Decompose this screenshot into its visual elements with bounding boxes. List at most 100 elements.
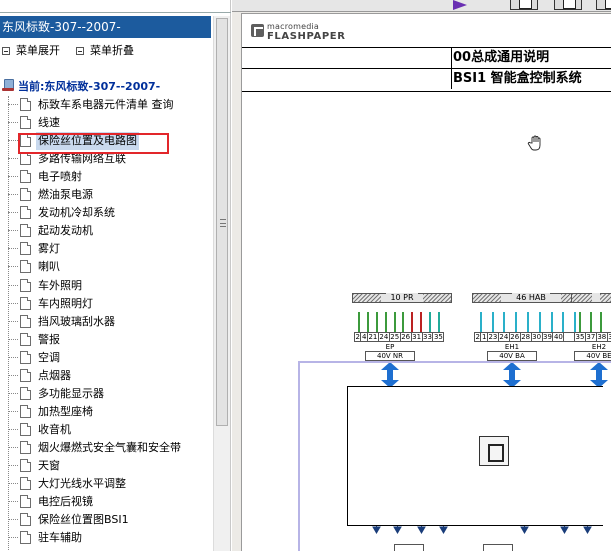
tree-item-label: 雾灯 [38,242,60,256]
pin-number: 26 [401,333,412,341]
connector-id: EP [385,343,395,351]
document-icon [20,278,31,292]
tree-root[interactable]: 当前:东风标致-307--2007- [2,78,160,96]
pin-number: 24 [379,333,390,341]
connector-label: 10 PR [352,293,452,303]
connector-label-text: 10 PR [386,293,418,302]
tree-item-label: 多功能显示器 [38,386,104,400]
document-page[interactable]: macromedia FLASHPAPER 00总成通用说明 BSI1 智能盒控… [241,13,611,551]
tree-connector-line [8,284,18,286]
pin-number: 40 [553,333,565,341]
macromedia-icon [251,24,264,37]
tree-connector-line [8,212,18,214]
wire [393,312,396,332]
tree-connector-line [8,176,18,178]
tree-item-label: 空调 [38,350,60,364]
tree-item-label: 加热型座椅 [38,404,93,418]
tree-item-label: 标致车系电器元件清单 查询 [38,98,174,111]
pin-number: 35 [575,333,586,341]
tree-item-label: 警报 [38,332,60,346]
doc-title-row-2: BSI1 智能盒控制系统 [242,68,611,89]
tree-scrollbar[interactable] [213,16,230,551]
pin-number: 30 [532,333,543,341]
document-icon [20,206,31,220]
tree-connector-line [8,428,18,430]
document-icon [20,368,31,382]
tree-item-label: 发动机冷却系统 [38,206,115,220]
hand-cursor-icon [527,135,541,151]
tree-connector-line [8,465,18,466]
connector-spec-box: 40V NR [365,351,415,361]
tree-connector-line [8,104,18,105]
document-icon [20,332,31,346]
connector-label-text [592,293,600,302]
tree-connector-line [8,374,18,376]
tree-item-label: 燃油泵电源 [38,188,93,202]
tree-connector-line [8,410,18,412]
pin-number: 23 [488,333,499,341]
pin-number: 33 [423,333,434,341]
tree-connector-line [8,248,18,250]
wire [367,312,370,332]
tree-connector-line [8,194,18,196]
collapse-box-icon [2,47,10,55]
two-page-view-button[interactable] [554,0,582,10]
wire [491,312,494,332]
connector-pin-row: 2 1 23 24 26 28 30 39 40 [474,332,582,342]
doc-title-row-1: 00总成通用说明 [242,47,611,68]
document-icon [20,116,31,130]
tree-item-label: 大灯光线水平调整 [38,477,126,491]
tree-title: 东风标致-307--2007- [0,16,211,38]
doc-title-2: BSI1 智能盒控制系统 [451,69,582,89]
connector-spec-box: 40V BE [574,351,611,361]
tree-item-label: 车外照明 [38,278,82,292]
connector-label-text: 46 HAB [512,293,550,302]
fit-width-button[interactable] [596,0,611,10]
collapse-menu-label: 菜单折叠 [90,44,134,57]
pin-number: 39 [543,333,554,341]
tree-item-label: 车内照明灯 [38,296,93,310]
wire [527,312,529,332]
wire [402,312,405,332]
tree-connector-line [8,501,18,503]
tree-item-label: 烟火爆燃式安全气囊和安全带 [38,440,181,454]
viewer-toolbar [232,0,611,12]
hatch-pattern [353,294,381,302]
pin-number: 37 [586,333,597,341]
tree-pane: 东风标致-307--2007- 菜单展开 菜单折叠 当前:东风标致-307--2… [0,0,231,551]
doc-title-1: 00总成通用说明 [451,48,549,68]
document-icon [20,386,31,400]
tree-item-label: 喇叭 [38,260,60,274]
tree-connector-line [8,537,18,539]
tree-item-label: 收音机 [38,422,71,436]
wire [384,312,387,332]
tree-item-label: 线速 [38,116,60,130]
tree-connector-line [8,392,18,394]
tree-item-label: 起动发动机 [38,224,93,238]
logo-product: FLASHPAPER [267,31,346,42]
connector-spec-box: 40V BA [487,351,537,361]
tree-connector-line [8,338,18,340]
document-icon [20,224,31,238]
play-icon[interactable] [453,0,467,10]
wire [562,312,565,332]
document-icon [20,98,31,111]
wire [579,312,582,332]
wire [358,312,361,332]
pin-number: 35 [433,333,443,341]
logo-brand: macromedia [267,22,320,31]
document-icon [20,440,31,454]
document-icon [20,260,31,274]
tree-root-label: 当前:东风标致-307--2007- [18,80,161,93]
scrollbar-thumb[interactable] [216,18,228,426]
wire [376,312,378,332]
wire [515,312,518,332]
document-icon [20,477,31,491]
bsi-module-box [347,386,603,526]
wire [589,312,592,332]
computer-icon [2,79,15,92]
page-view-button[interactable] [510,0,538,10]
document-icon [20,404,31,418]
expand-menu-button[interactable]: 菜单展开 [2,42,60,60]
collapse-menu-button[interactable]: 菜单折叠 [76,42,134,60]
